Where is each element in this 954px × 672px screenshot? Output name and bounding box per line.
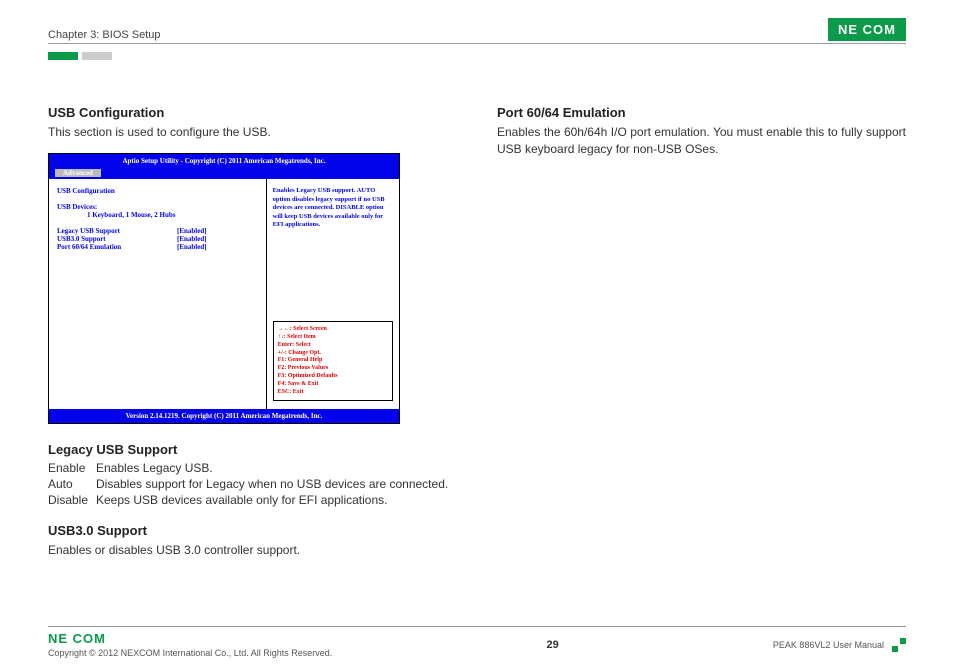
- legacy-usb-title: Legacy USB Support: [48, 442, 457, 457]
- bios-option-row: Port 60/64 Emulation [Enabled]: [57, 243, 258, 251]
- bios-right-pane: Enables Legacy USB support. AUTO option …: [267, 179, 399, 409]
- tab-decor: [48, 47, 906, 65]
- bios-subtitle: USB Configuration: [57, 187, 258, 195]
- bios-key-row: F3: Optimized Defaults: [278, 373, 388, 381]
- bios-help-text: Enables Legacy USB support. AUTO option …: [273, 187, 393, 229]
- page-number: 29: [546, 639, 558, 651]
- bios-key-row: ESC: Exit: [278, 389, 388, 397]
- brand-logo: NE COM: [828, 18, 906, 41]
- def-val: Keeps USB devices available only for EFI…: [96, 493, 388, 507]
- bios-key-row: +/-: Change Opt.: [278, 350, 388, 358]
- bios-menu-bar: Advanced: [49, 168, 399, 179]
- def-row: Auto Disables support for Legacy when no…: [48, 477, 457, 491]
- bios-option-row: USB3.0 Support [Enabled]: [57, 235, 258, 243]
- bios-option-label: Port 60/64 Emulation: [57, 243, 177, 251]
- bios-option-value: [Enabled]: [177, 227, 207, 235]
- footer-copyright: Copyright © 2012 NEXCOM International Co…: [48, 648, 332, 658]
- legacy-usb-definitions: Enable Enables Legacy USB. Auto Disables…: [48, 461, 457, 507]
- footer-logo: NE COM: [48, 631, 332, 646]
- bios-devices-value: 1 Keyboard, 1 Mouse, 2 Hubs: [57, 211, 258, 219]
- chapter-label: Chapter 3: BIOS Setup: [48, 29, 161, 41]
- def-row: Disable Keeps USB devices available only…: [48, 493, 457, 507]
- section-intro: This section is used to configure the US…: [48, 124, 457, 141]
- def-val: Enables Legacy USB.: [96, 461, 213, 475]
- usb30-text: Enables or disables USB 3.0 controller s…: [48, 542, 457, 559]
- bios-option-label: USB3.0 Support: [57, 235, 177, 243]
- bios-option-value: [Enabled]: [177, 243, 207, 251]
- bios-key-row: F2: Previous Values: [278, 365, 388, 373]
- def-key: Auto: [48, 477, 96, 491]
- corner-decor-icon: [892, 638, 906, 652]
- bios-footer: Version 2.14.1219. Copyright (C) 2011 Am…: [49, 409, 399, 423]
- bios-key-help: →←: Select Screen ↑↓: Select Item Enter:…: [273, 321, 393, 401]
- def-val: Disables support for Legacy when no USB …: [96, 477, 448, 491]
- bios-tab-advanced: Advanced: [55, 169, 101, 177]
- bios-key-row: ↑↓: Select Item: [278, 334, 388, 342]
- bios-key-row: Enter: Select: [278, 342, 388, 350]
- usb30-title: USB3.0 Support: [48, 523, 457, 538]
- def-key: Disable: [48, 493, 96, 507]
- bios-option-label: Legacy USB Support: [57, 227, 177, 235]
- footer-manual-name: PEAK 886VL2 User Manual: [773, 640, 884, 650]
- bios-key-row: F1: General Help: [278, 357, 388, 365]
- def-key: Enable: [48, 461, 96, 475]
- section-title: USB Configuration: [48, 105, 457, 120]
- bios-screenshot: Aptio Setup Utility - Copyright (C) 2011…: [48, 153, 400, 424]
- port-emulation-title: Port 60/64 Emulation: [497, 105, 906, 120]
- def-row: Enable Enables Legacy USB.: [48, 461, 457, 475]
- port-emulation-text: Enables the 60h/64h I/O port emulation. …: [497, 124, 906, 159]
- bios-key-row: F4: Save & Exit: [278, 381, 388, 389]
- bios-key-row: →←: Select Screen: [278, 326, 388, 334]
- bios-header: Aptio Setup Utility - Copyright (C) 2011…: [49, 154, 399, 168]
- bios-option-value: [Enabled]: [177, 235, 207, 243]
- bios-option-row: Legacy USB Support [Enabled]: [57, 227, 258, 235]
- bios-left-pane: USB Configuration USB Devices: 1 Keyboar…: [49, 179, 267, 409]
- bios-devices-label: USB Devices:: [57, 203, 258, 211]
